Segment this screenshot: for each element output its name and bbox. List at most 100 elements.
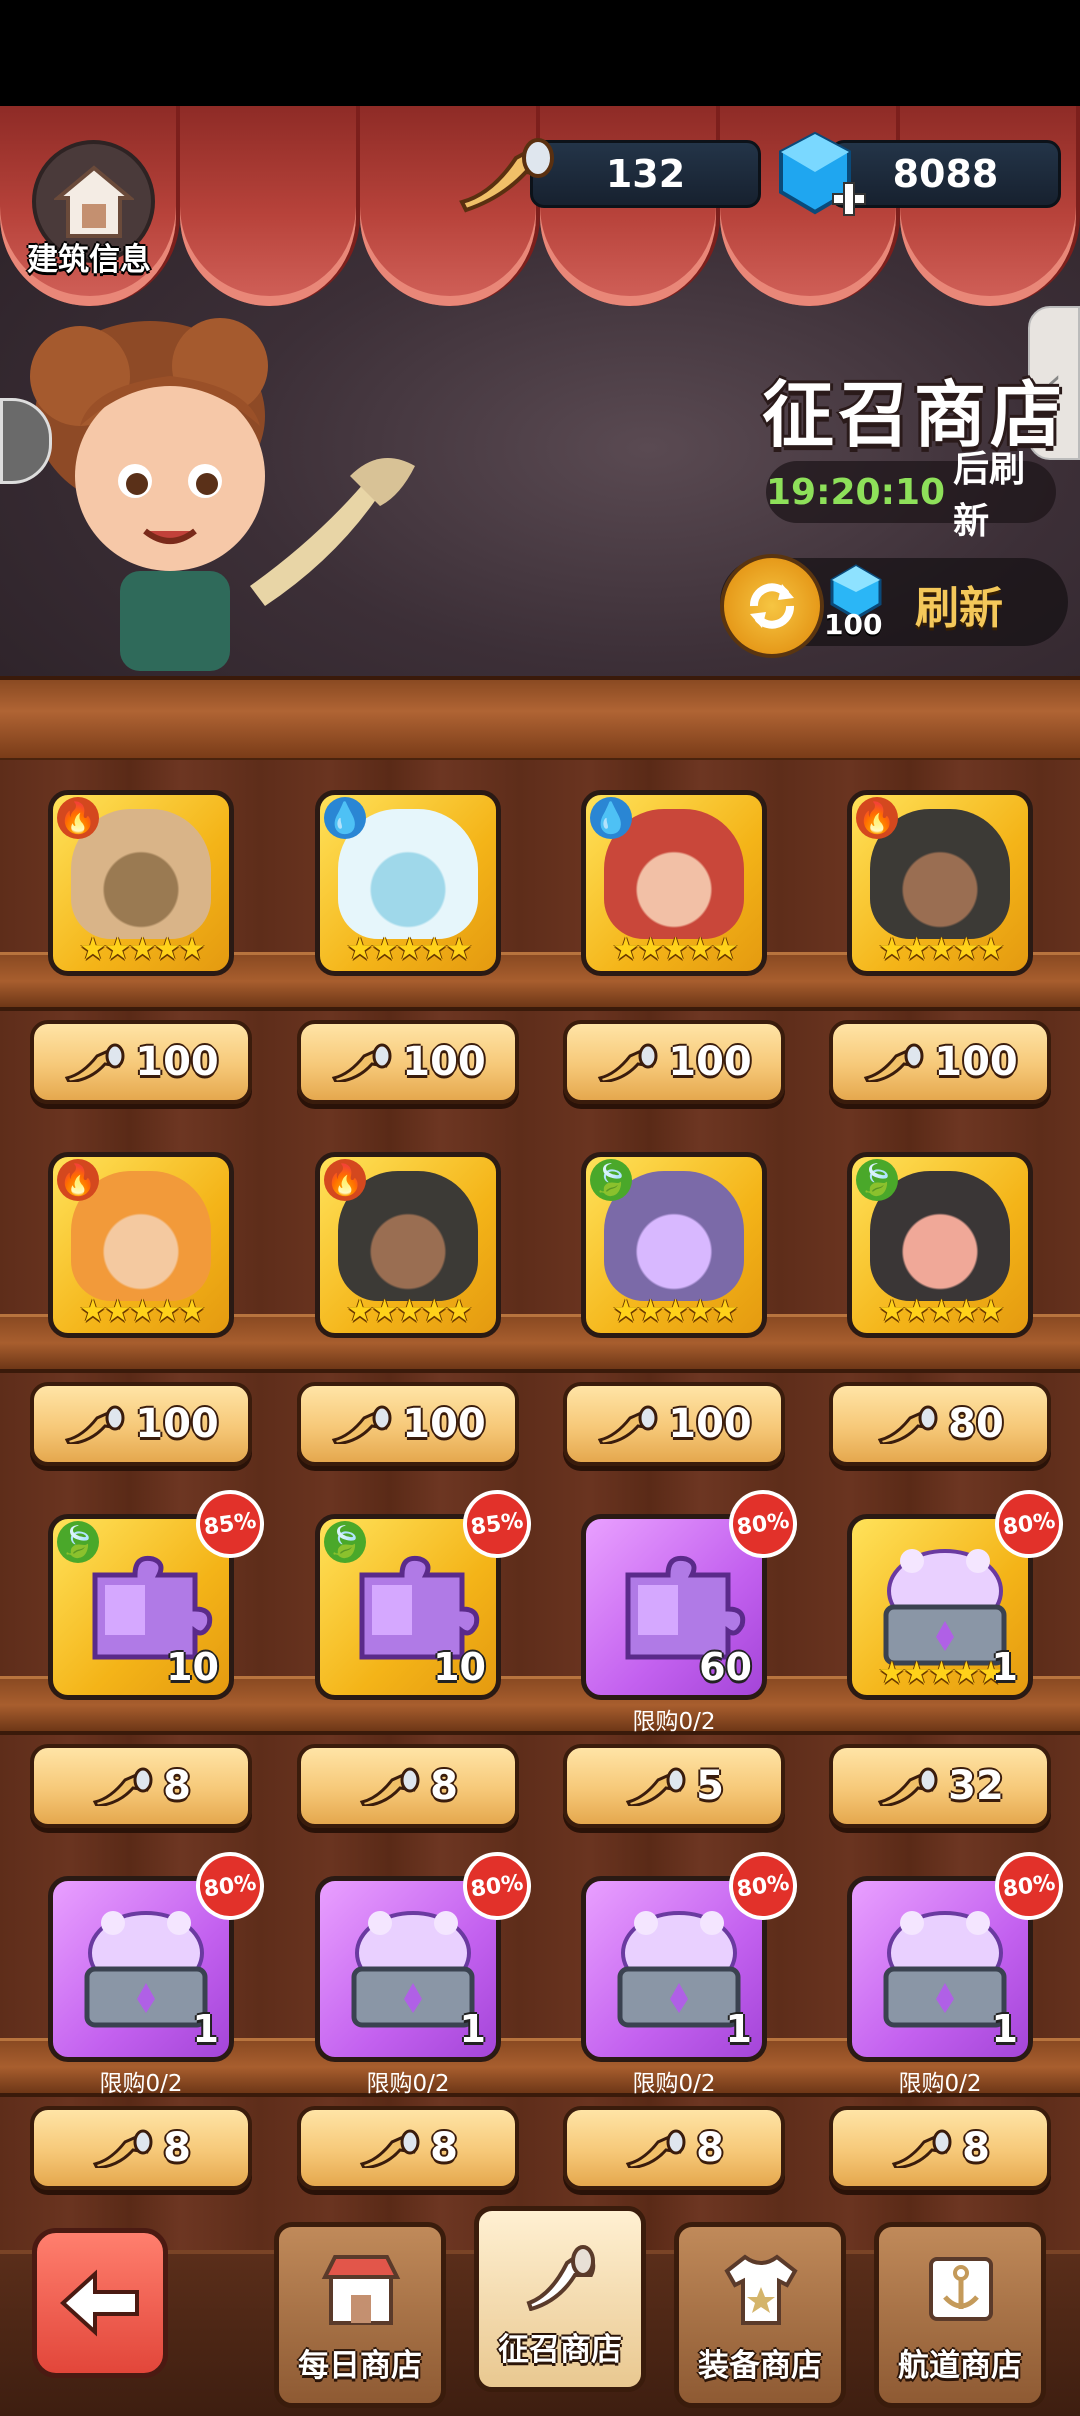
water-element-icon: 💧 xyxy=(590,797,632,839)
buy-price-button[interactable]: 100 xyxy=(563,1020,785,1104)
horn-icon xyxy=(625,2129,686,2168)
shelf-top-plank xyxy=(0,676,1080,764)
horn-icon xyxy=(332,1043,392,1082)
fire-element-icon: 🔥 xyxy=(856,797,898,839)
tab-voyage-shop[interactable]: 航道商店 xyxy=(874,2222,1046,2408)
shop-item-hero[interactable]: 🔥 ★★★★★ xyxy=(847,790,1033,976)
leaf-element-icon: 🍃 xyxy=(324,1521,366,1563)
price-value: 100 xyxy=(402,1039,486,1085)
buy-price-button[interactable]: 100 xyxy=(829,1020,1051,1104)
buy-price-button[interactable]: 8 xyxy=(297,1744,519,1828)
item-count: 1 xyxy=(192,2007,219,2051)
horn-icon xyxy=(65,1043,125,1082)
timer-suffix: 后刷新 xyxy=(953,449,1026,542)
buy-price-button[interactable]: 32 xyxy=(829,1744,1051,1828)
price-value: 8 xyxy=(430,2125,458,2171)
item-count: 1 xyxy=(725,2007,752,2051)
horn-icon xyxy=(891,2129,952,2168)
star-rating: ★★★★★ xyxy=(612,931,739,967)
purchase-limit-label: 限购0/2 xyxy=(99,2071,183,2097)
shirt-icon xyxy=(724,2254,798,2325)
buy-price-button[interactable]: 100 xyxy=(30,1382,252,1466)
timer-value: 19:20:10 xyxy=(766,471,946,513)
horn-icon xyxy=(598,1405,658,1444)
shop-item-hero[interactable]: 🍃 ★★★★★ xyxy=(581,1152,767,1338)
horn-currency-display: 132 xyxy=(530,140,761,208)
tab-label: 征召商店 xyxy=(498,2332,622,2368)
purchase-limit-label: 限购0/2 xyxy=(898,2071,982,2097)
horn-icon xyxy=(526,2245,596,2311)
buy-price-button[interactable]: 100 xyxy=(297,1020,519,1104)
price-value: 100 xyxy=(668,1401,752,1447)
house-icon xyxy=(53,164,134,238)
leaf-element-icon: 🍃 xyxy=(57,1521,99,1563)
buy-price-button[interactable]: 8 xyxy=(297,2106,519,2190)
price-value: 8 xyxy=(163,2125,191,2171)
price-value: 32 xyxy=(948,1763,1004,1809)
gem-currency-value: 8088 xyxy=(892,152,999,196)
back-button[interactable] xyxy=(32,2228,168,2378)
shop-item-hero[interactable]: 💧 ★★★★★ xyxy=(581,790,767,976)
price-value: 80 xyxy=(948,1401,1004,1447)
price-value: 8 xyxy=(696,2125,724,2171)
tab-daily-shop[interactable]: 每日商店 xyxy=(274,2222,446,2408)
item-count: 10 xyxy=(166,1645,219,1689)
status-bar xyxy=(0,0,1080,106)
buy-price-button[interactable]: 8 xyxy=(30,1744,252,1828)
shop-item-hero[interactable]: 🔥 ★★★★★ xyxy=(315,1152,501,1338)
purchase-limit-label: 限购0/2 xyxy=(632,2071,716,2097)
shop-stall-icon xyxy=(321,2255,401,2325)
horn-icon xyxy=(625,1767,686,1806)
horn-icon xyxy=(359,1767,420,1806)
price-value: 100 xyxy=(135,1401,219,1447)
star-rating: ★★★★★ xyxy=(346,931,473,967)
anchor-icon xyxy=(929,2257,993,2321)
tab-equipment-shop[interactable]: 装备商店 xyxy=(674,2222,846,2408)
shop-item-hero[interactable]: 🔥 ★★★★★ xyxy=(48,790,234,976)
leaf-element-icon: 🍃 xyxy=(590,1159,632,1201)
refresh-button[interactable]: 100 刷新 xyxy=(720,554,1068,658)
horn-icon xyxy=(65,1405,125,1444)
horn-icon xyxy=(459,138,554,213)
star-rating: ★★★★★ xyxy=(79,931,206,967)
fire-element-icon: 🔥 xyxy=(324,1159,366,1201)
price-value: 8 xyxy=(430,1763,458,1809)
shop-item-hero[interactable]: 🍃 ★★★★★ xyxy=(847,1152,1033,1338)
horn-icon xyxy=(332,1405,392,1444)
buy-price-button[interactable]: 100 xyxy=(563,1382,785,1466)
item-count: 1 xyxy=(459,2007,486,2051)
building-info-label: 建筑信息 xyxy=(27,242,151,278)
buy-price-button[interactable]: 8 xyxy=(30,2106,252,2190)
shopkeeper-character-illustration xyxy=(30,318,415,671)
item-count: 1 xyxy=(991,2007,1018,2051)
water-element-icon: 💧 xyxy=(324,797,366,839)
star-rating: ★★★★★ xyxy=(878,931,1005,967)
refresh-icon xyxy=(720,554,824,658)
price-value: 100 xyxy=(402,1401,486,1447)
tab-recruit-shop[interactable]: 征召商店 xyxy=(474,2206,646,2392)
refresh-cost: 100 xyxy=(824,608,883,641)
fire-element-icon: 🔥 xyxy=(57,797,99,839)
shop-item-hero[interactable]: 🔥 ★★★★★ xyxy=(48,1152,234,1338)
fire-element-icon: 🔥 xyxy=(57,1159,99,1201)
shop-header: 建筑信息 132 8088 ‹ 征召商店 19:20:10 后刷新 100 刷新 xyxy=(0,106,1080,676)
buy-price-button[interactable]: 100 xyxy=(30,1020,252,1104)
price-value: 100 xyxy=(668,1039,752,1085)
buy-price-button[interactable]: 8 xyxy=(829,2106,1051,2190)
purchase-limit-label: 限购0/2 xyxy=(366,2071,450,2097)
star-rating: ★★★★★ xyxy=(79,1293,206,1329)
shop-item-hero[interactable]: 💧 ★★★★★ xyxy=(315,790,501,976)
buy-price-button[interactable]: 100 xyxy=(297,1382,519,1466)
buy-price-button[interactable]: 8 xyxy=(563,2106,785,2190)
price-value: 8 xyxy=(163,1763,191,1809)
buy-price-button[interactable]: 80 xyxy=(829,1382,1051,1466)
price-value: 100 xyxy=(135,1039,219,1085)
purchase-limit-label: 限购0/2 xyxy=(632,1709,716,1735)
horn-icon xyxy=(359,2129,420,2168)
buy-price-button[interactable]: 5 xyxy=(563,1744,785,1828)
refresh-label: 刷新 xyxy=(915,583,1003,634)
item-count: 1 xyxy=(991,1645,1018,1689)
item-count: 60 xyxy=(699,1645,752,1689)
horn-icon xyxy=(864,1043,924,1082)
gem-add-icon[interactable] xyxy=(775,128,871,228)
